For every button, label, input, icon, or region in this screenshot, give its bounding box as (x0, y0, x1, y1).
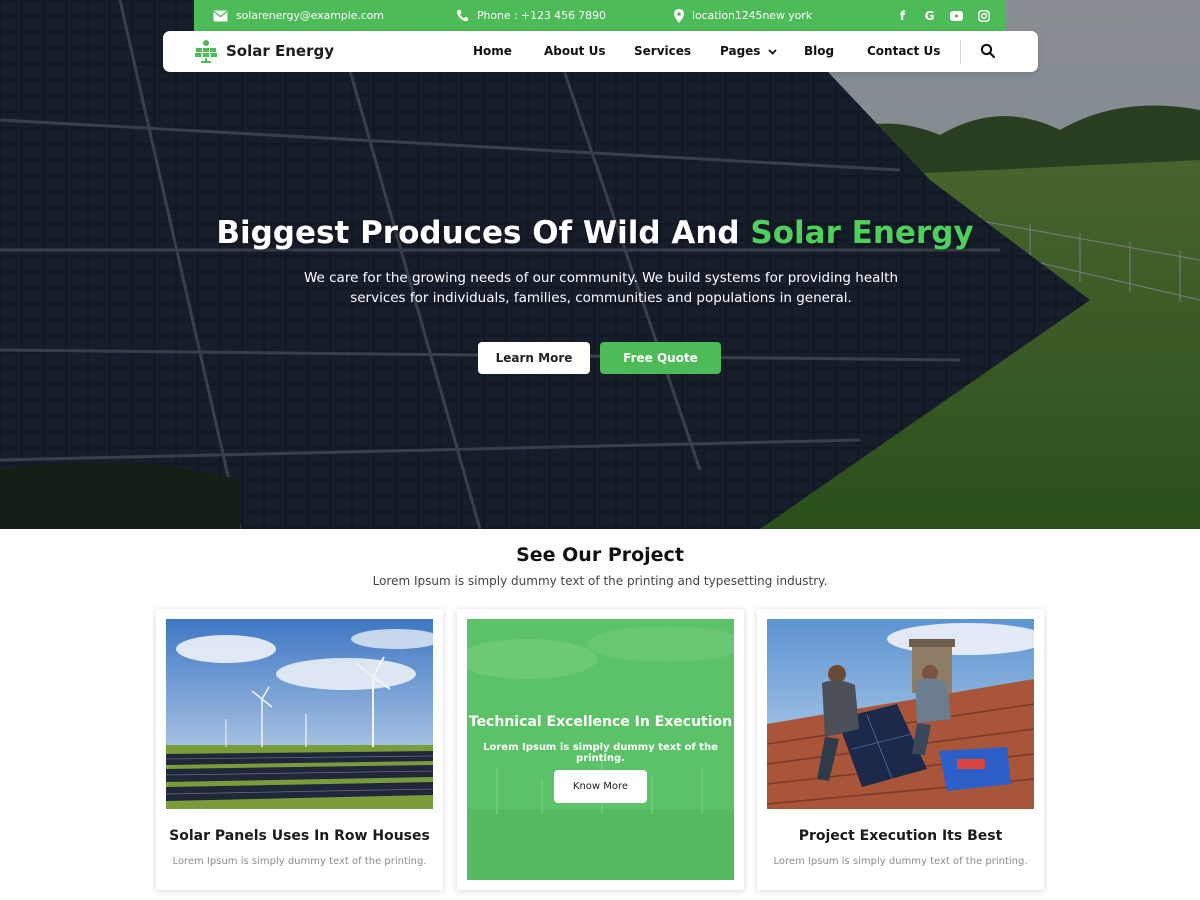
search-icon[interactable] (980, 43, 996, 59)
nav-blog[interactable]: Blog (804, 44, 834, 58)
chevron-down-icon (768, 49, 777, 55)
nav-services[interactable]: Services (634, 44, 691, 58)
topbar-email[interactable]: solarenergy@example.com (213, 0, 384, 31)
topbar-location-text: location1245new york (692, 9, 813, 22)
project-card-featured[interactable]: Technical Excellence In Execution Lorem … (457, 609, 744, 890)
main-navbar: Solar Energy Home About Us Services Page… (163, 31, 1038, 72)
google-icon[interactable]: G (921, 7, 938, 24)
featured-card-title: Technical Excellence In Execution (468, 714, 733, 730)
wind-turbines-image (166, 619, 433, 809)
nav-home[interactable]: Home (473, 44, 512, 58)
youtube-icon[interactable] (948, 7, 965, 24)
hero-title: Biggest Produces Of Wild And Solar Energ… (0, 215, 1190, 251)
featured-overlay: Technical Excellence In Execution Lorem … (467, 619, 734, 880)
know-more-button[interactable]: Know More (554, 770, 647, 803)
project-card-text: Lorem Ipsum is simply dummy text of the … (773, 856, 1028, 867)
topbar-phone[interactable]: Phone : +123 456 7890 (456, 0, 606, 31)
nav-pages[interactable]: Pages (720, 44, 777, 58)
nav-about-us[interactable]: About Us (544, 44, 605, 58)
nav-links: Home About Us Services Pages Blog Contac… (163, 31, 1038, 72)
phone-icon (456, 10, 468, 22)
top-info-bar: solarenergy@example.com Phone : +123 456… (194, 0, 1006, 31)
mail-icon (213, 10, 228, 21)
project-card-text: Lorem Ipsum is simply dummy text of the … (172, 856, 427, 867)
learn-more-button[interactable]: Learn More (478, 342, 590, 374)
featured-card-text: Lorem Ipsum is simply dummy text of the … (483, 742, 718, 764)
nav-pages-label: Pages (720, 44, 761, 58)
project-card[interactable]: Solar Panels Uses In Row Houses Lorem Ip… (156, 609, 443, 890)
hero-overlay (0, 0, 1200, 529)
topbar-email-text: solarenergy@example.com (236, 9, 384, 22)
hero-title-main: Biggest Produces Of Wild And (216, 215, 751, 251)
social-links: f G (894, 0, 992, 31)
free-quote-button[interactable]: Free Quote (600, 342, 721, 374)
instagram-icon[interactable] (975, 7, 992, 24)
roof-installation-image (767, 619, 1034, 809)
project-card-title: Project Execution Its Best (798, 828, 1003, 844)
location-pin-icon (674, 8, 684, 23)
topbar-phone-text: Phone : +123 456 7890 (477, 9, 606, 22)
hero-subtitle: We care for the growing needs of our com… (303, 270, 899, 306)
project-card[interactable]: Project Execution Its Best Lorem Ipsum i… (757, 609, 1044, 890)
nav-divider (960, 40, 961, 64)
projects-subtitle: Lorem Ipsum is simply dummy text of the … (372, 574, 828, 588)
facebook-icon[interactable]: f (894, 7, 911, 24)
hero-title-accent: Solar Energy (750, 215, 974, 251)
topbar-location[interactable]: location1245new york (674, 0, 812, 31)
project-card-title: Solar Panels Uses In Row Houses (169, 828, 430, 844)
projects-title: See Our Project (516, 544, 684, 566)
nav-contact-us[interactable]: Contact Us (867, 44, 940, 58)
hero-banner (0, 0, 1200, 529)
